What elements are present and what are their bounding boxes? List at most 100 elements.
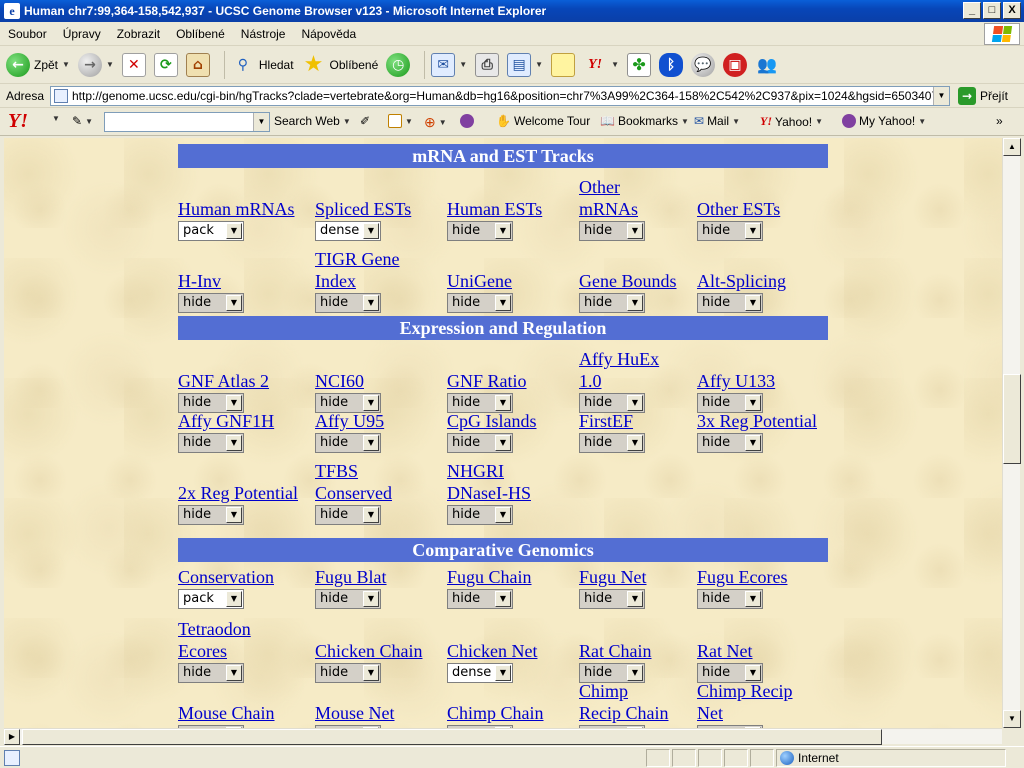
antispy-icon[interactable]: ⊕ ▼ xyxy=(424,114,447,131)
clover-button[interactable]: ✤ xyxy=(627,52,652,77)
track-link[interactable]: Fugu Net xyxy=(579,566,711,588)
chevron-down-icon[interactable]: ▼ xyxy=(745,665,761,681)
track-link[interactable]: Other ESTs xyxy=(697,198,849,220)
chevron-down-icon[interactable]: ▼ xyxy=(627,395,643,411)
chevron-down-icon[interactable]: ▼ xyxy=(627,223,643,239)
pencil-icon[interactable]: ✎ ▼ xyxy=(72,114,93,128)
chevron-down-icon[interactable]: ▼ xyxy=(226,507,242,523)
chevron-down-icon[interactable]: ▼ xyxy=(535,60,543,69)
visibility-select[interactable]: hide ▼ xyxy=(178,663,244,683)
yahoo-messenger-button[interactable]: Y! ▼ xyxy=(583,53,619,77)
menu-edit[interactable]: Úpravy xyxy=(55,27,109,41)
maximize-button[interactable]: □ xyxy=(983,2,1001,19)
track-link[interactable]: GNF Ratio xyxy=(447,370,595,392)
go-button[interactable]: → Přejít xyxy=(958,87,1008,105)
visibility-select[interactable]: hide ▼ xyxy=(447,589,513,609)
chevron-down-icon[interactable]: ▼ xyxy=(363,665,379,681)
scroll-right-button[interactable]: ▶ xyxy=(4,729,20,745)
scroll-up-button[interactable]: ▲ xyxy=(1003,138,1021,156)
track-link[interactable]: Alt-Splicing xyxy=(697,270,849,292)
visibility-select[interactable]: hide ▼ xyxy=(447,505,513,525)
chevron-down-icon[interactable]: ▼ xyxy=(226,665,242,681)
chevron-down-icon[interactable]: ▼ xyxy=(226,435,242,451)
track-link[interactable]: Other mRNAs xyxy=(579,176,669,220)
track-link[interactable]: Spliced ESTs xyxy=(315,198,461,220)
visibility-select[interactable]: pack ▼ xyxy=(178,221,244,241)
chevron-down-icon[interactable]: ▼ xyxy=(745,435,761,451)
chevron-down-icon[interactable]: ▼ xyxy=(745,295,761,311)
chevron-down-icon[interactable]: ▼ xyxy=(933,87,949,105)
forward-button[interactable]: → ▼ xyxy=(77,52,114,77)
minimize-button[interactable]: _ xyxy=(963,2,981,19)
chevron-down-icon[interactable]: ▼ xyxy=(495,591,511,607)
menu-view[interactable]: Zobrazit xyxy=(109,27,168,41)
menu-tools[interactable]: Nástroje xyxy=(233,27,294,41)
vertical-scrollbar[interactable]: ▲ ▼ xyxy=(1002,138,1021,728)
track-link[interactable]: Conservation xyxy=(178,566,330,588)
visibility-select[interactable]: hide ▼ xyxy=(315,505,381,525)
track-link[interactable]: NHGRI DNaseI-HS xyxy=(447,460,553,504)
track-link[interactable]: 2x Reg Potential xyxy=(178,482,330,504)
track-link[interactable]: Chimp Chain xyxy=(447,702,595,724)
horizontal-scrollbar[interactable]: ◀ ▶ xyxy=(4,728,1002,745)
search-button[interactable]: ⚲ Hledat xyxy=(231,53,294,77)
chevron-down-icon[interactable]: ▼ xyxy=(253,113,269,131)
back-button[interactable]: ← Zpět ▼ xyxy=(6,52,70,77)
visibility-select[interactable]: hide ▼ xyxy=(697,433,763,453)
chevron-down-icon[interactable]: ▼ xyxy=(627,295,643,311)
track-link[interactable]: FirstEF xyxy=(579,410,711,432)
chevron-down-icon[interactable]: ▼ xyxy=(226,295,242,311)
track-link[interactable]: Affy HuEx 1.0 xyxy=(579,348,669,392)
chevron-down-icon[interactable]: ▼ xyxy=(745,591,761,607)
track-link[interactable]: 3x Reg Potential xyxy=(697,410,849,432)
chevron-down-icon[interactable]: ▼ xyxy=(495,665,511,681)
close-button[interactable]: X xyxy=(1003,2,1021,19)
visibility-select[interactable]: hide ▼ xyxy=(697,221,763,241)
welcome-tour-button[interactable]: ✋ Welcome Tour xyxy=(496,114,590,128)
yahoo-search-input[interactable]: ▼ xyxy=(104,112,270,132)
menu-favorites[interactable]: Oblíbené xyxy=(168,27,233,41)
track-link[interactable]: Fugu Blat xyxy=(315,566,461,588)
chevron-down-icon[interactable]: ▼ xyxy=(363,395,379,411)
visibility-select[interactable]: hide ▼ xyxy=(178,293,244,313)
chevron-down-icon[interactable]: ▼ xyxy=(627,665,643,681)
track-link[interactable]: TFBS Conserved xyxy=(315,460,419,504)
chevron-down-icon[interactable]: ▼ xyxy=(363,295,379,311)
highlight-icon[interactable]: ✐ xyxy=(360,114,370,128)
research-button[interactable]: ▣ xyxy=(723,52,748,77)
visibility-select[interactable]: dense ▼ xyxy=(447,663,513,683)
track-link[interactable]: Fugu Chain xyxy=(447,566,595,588)
track-link[interactable]: Tetraodon Ecores xyxy=(178,618,288,662)
track-link[interactable]: Human ESTs xyxy=(447,198,595,220)
visibility-select[interactable]: hide ▼ xyxy=(315,293,381,313)
search-web-button[interactable]: Search Web ▼ xyxy=(274,114,351,128)
chevron-down-icon[interactable]: ▼ xyxy=(363,435,379,451)
visibility-select[interactable]: dense ▼ xyxy=(315,221,381,241)
track-link[interactable]: UniGene xyxy=(447,270,595,292)
yahoo-logo[interactable]: Y! xyxy=(8,110,28,133)
chevron-down-icon[interactable]: ▼ xyxy=(495,223,511,239)
visibility-select[interactable]: hide ▼ xyxy=(697,293,763,313)
chevron-down-icon[interactable]: ▼ xyxy=(745,223,761,239)
address-input[interactable]: http://genome.ucsc.edu/cgi-bin/hgTracks?… xyxy=(50,86,950,106)
track-link[interactable]: NCI60 xyxy=(315,370,461,392)
track-link[interactable]: Affy GNF1H xyxy=(178,410,330,432)
chevron-down-icon[interactable]: ▼ xyxy=(627,435,643,451)
track-link[interactable]: Chicken Net xyxy=(447,640,595,662)
visibility-select[interactable]: hide ▼ xyxy=(315,589,381,609)
more-button[interactable]: » xyxy=(996,114,1003,128)
visibility-select[interactable]: hide ▼ xyxy=(315,663,381,683)
visibility-select[interactable]: hide ▼ xyxy=(447,221,513,241)
track-link[interactable]: Chimp Recip Chain xyxy=(579,680,669,724)
popup-blocker-icon[interactable]: ▼ xyxy=(388,114,413,128)
bookmarks-button[interactable]: 📖 Bookmarks ▼ xyxy=(600,114,689,128)
visibility-select[interactable]: hide ▼ xyxy=(178,505,244,525)
mail-button[interactable]: ✉ Mail ▼ xyxy=(694,114,740,128)
track-link[interactable]: Chicken Chain xyxy=(315,640,461,662)
track-link[interactable]: Fugu Ecores xyxy=(697,566,849,588)
track-link[interactable]: Gene Bounds xyxy=(579,270,711,292)
bluetooth-button[interactable]: ᛒ xyxy=(659,52,684,77)
note-button[interactable] xyxy=(551,52,576,77)
chevron-down-icon[interactable]: ▼ xyxy=(611,60,619,69)
messenger-button[interactable]: 💬 xyxy=(691,52,716,77)
